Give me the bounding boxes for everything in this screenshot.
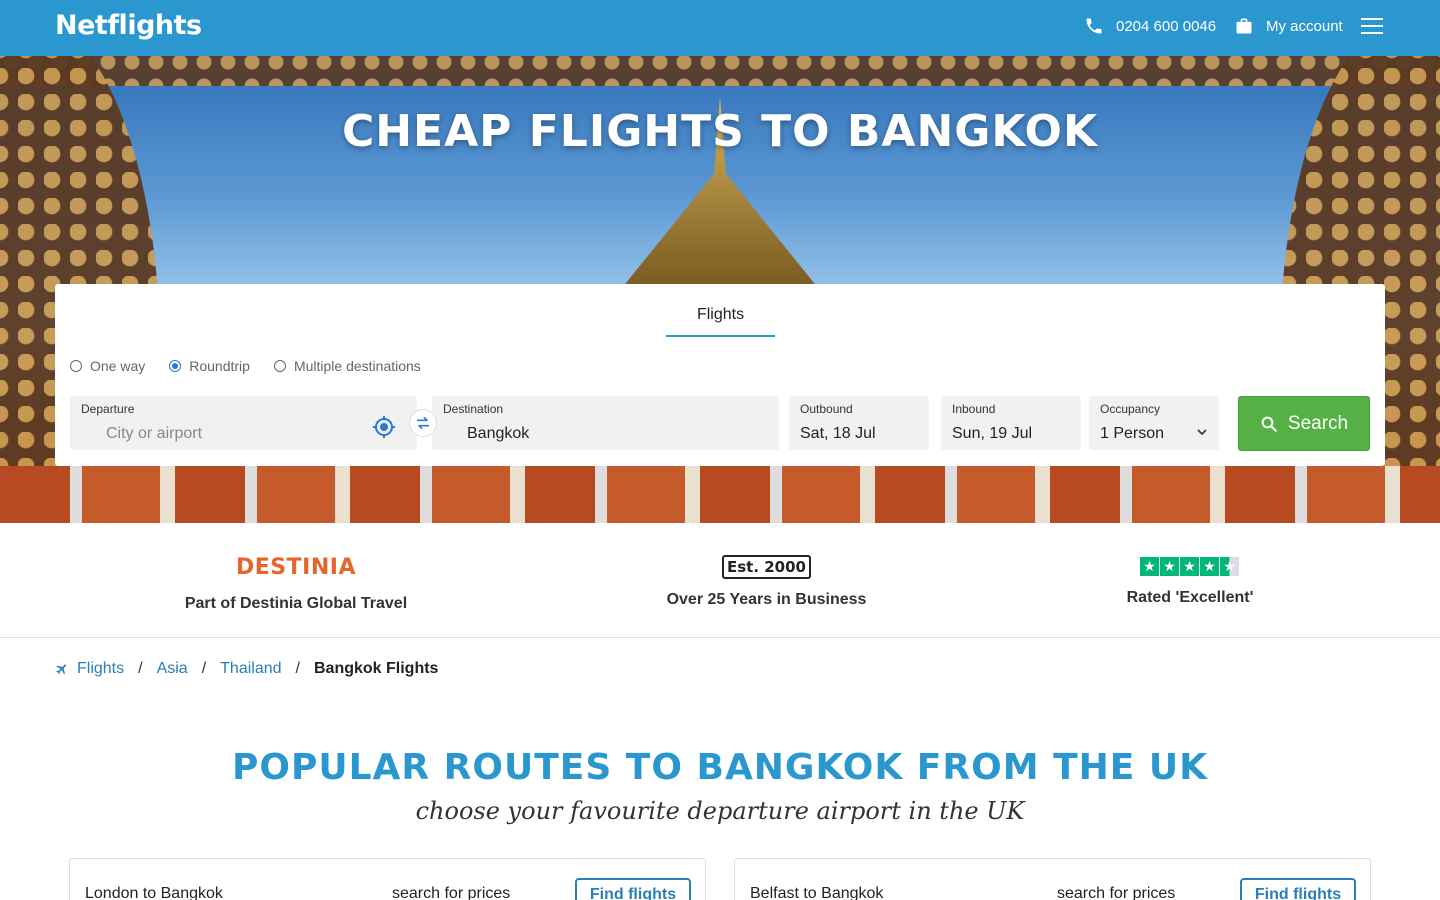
- departure-label: Departure: [81, 402, 135, 416]
- departure-field[interactable]: Departure City or airport: [70, 396, 417, 450]
- radio-button[interactable]: [70, 360, 82, 372]
- half-star-icon: ★: [1220, 557, 1239, 576]
- my-account-label: My account: [1266, 17, 1343, 35]
- occupancy-select[interactable]: Occupancy 1 Person: [1089, 396, 1219, 450]
- breadcrumb-current: Bangkok Flights: [313, 660, 439, 677]
- breadcrumb-link-flights[interactable]: Flights: [77, 660, 124, 678]
- star-icon: ★: [1200, 557, 1219, 576]
- outbound-label: Outbound: [800, 402, 853, 416]
- trip-type-one-way[interactable]: One way: [70, 358, 145, 374]
- chevron-down-icon: [1197, 429, 1207, 436]
- trip-type-label: Multiple destinations: [293, 358, 421, 374]
- trust-item-rating: ★ ★ ★ ★ ★ Rated 'Excellent': [1100, 555, 1280, 607]
- hero-title: CHEAP FLIGHTS TO BANGKOK: [341, 106, 1099, 157]
- popular-routes-subtitle: choose your favourite departure airport …: [415, 797, 1025, 825]
- breadcrumb-separator: /: [295, 660, 300, 677]
- temple-roof-image: [0, 466, 1440, 523]
- destination-label: Destination: [443, 402, 504, 416]
- top-navigation-bar: Netflights 0204 600 0046 My account: [0, 0, 1440, 56]
- trust-item-destinia: DESTINIA Part of Destinia Global Travel: [171, 555, 421, 613]
- outbound-date-value[interactable]: Sat, 18 Jul: [800, 425, 876, 443]
- breadcrumb-separator: /: [138, 660, 143, 677]
- logo-text: Netflights: [55, 10, 202, 41]
- inbound-date-field[interactable]: Inbound Sun, 19 Jul: [941, 396, 1081, 450]
- destination-field[interactable]: Destination Bangkok: [432, 396, 779, 450]
- search-button[interactable]: Search: [1238, 396, 1370, 451]
- inbound-label: Inbound: [952, 402, 996, 416]
- my-account-link[interactable]: My account: [1234, 16, 1343, 36]
- breadcrumb-separator: /: [201, 660, 207, 677]
- radio-button[interactable]: [169, 360, 182, 372]
- departure-input[interactable]: City or airport: [106, 425, 202, 443]
- trip-type-label: One way: [90, 358, 146, 374]
- swap-airports-button[interactable]: [409, 409, 437, 437]
- destinia-logo: DESTINIA: [236, 555, 356, 580]
- occupancy-label: Occupancy: [1100, 402, 1161, 416]
- briefcase-icon: [1236, 18, 1252, 34]
- inbound-date-value[interactable]: Sun, 19 Jul: [952, 425, 1032, 443]
- trust-caption: Over 25 Years in Business: [666, 591, 867, 608]
- trust-item-established: Est. 2000 Over 25 Years in Business: [640, 555, 893, 609]
- route-price-text: search for prices: [392, 885, 511, 900]
- trust-caption: Rated 'Excellent': [1126, 589, 1254, 606]
- star-icon: ★: [1160, 557, 1179, 576]
- trip-type-multiple-destinations[interactable]: Multiple destinations: [273, 358, 421, 374]
- popular-routes-title: POPULAR ROUTES TO BANGKOK FROM THE UK: [231, 747, 1209, 788]
- find-flights-button[interactable]: Find flights: [1240, 878, 1356, 900]
- route-name: Belfast to Bangkok: [750, 885, 884, 900]
- hamburger-menu-icon[interactable]: [1361, 18, 1383, 38]
- outbound-date-field[interactable]: Outbound Sat, 18 Jul: [789, 396, 929, 450]
- star-icon: ★: [1180, 557, 1199, 576]
- radio-button[interactable]: [273, 360, 286, 372]
- breadcrumb: Flights / Asia / Thailand / Bangkok Flig…: [55, 660, 438, 678]
- flight-search-panel: Flights One way Roundtrip Multiple desti…: [55, 284, 1385, 466]
- trust-caption: Part of Destinia Global Travel: [184, 595, 408, 612]
- route-card: London to Bangkok search for prices Find…: [69, 858, 706, 900]
- breadcrumb-link-thailand[interactable]: Thailand: [220, 660, 281, 678]
- occupancy-value[interactable]: 1 Person: [1100, 425, 1164, 443]
- phone-link[interactable]: 0204 600 0046: [1084, 16, 1216, 36]
- netflights-logo[interactable]: Netflights: [55, 10, 202, 41]
- trip-type-label: Roundtrip: [189, 358, 250, 374]
- destination-input[interactable]: Bangkok: [467, 425, 529, 443]
- route-card: Belfast to Bangkok search for prices Fin…: [734, 858, 1371, 900]
- plane-icon: [56, 664, 67, 675]
- route-name: London to Bangkok: [85, 885, 223, 900]
- tab-flights[interactable]: Flights: [666, 304, 775, 337]
- locate-me-icon[interactable]: [372, 415, 396, 439]
- search-icon: [1261, 416, 1277, 432]
- phone-number: 0204 600 0046: [1116, 17, 1217, 35]
- search-button-label: Search: [1287, 412, 1349, 434]
- star-icon: ★: [1140, 557, 1159, 576]
- hero-image-decoration: [0, 56, 1440, 86]
- established-badge: Est. 2000: [721, 555, 811, 579]
- swap-arrows-icon: [416, 416, 430, 430]
- trust-bar: DESTINIA Part of Destinia Global Travel …: [0, 523, 1440, 638]
- trip-type-selector: One way Roundtrip Multiple destinations: [70, 358, 445, 374]
- breadcrumb-link-asia[interactable]: Asia: [157, 660, 188, 678]
- trustpilot-stars: ★ ★ ★ ★ ★: [1140, 557, 1240, 577]
- phone-icon: [1086, 18, 1102, 34]
- route-price-text: search for prices: [1057, 885, 1176, 900]
- find-flights-button[interactable]: Find flights: [575, 878, 691, 900]
- trip-type-roundtrip[interactable]: Roundtrip: [169, 358, 250, 374]
